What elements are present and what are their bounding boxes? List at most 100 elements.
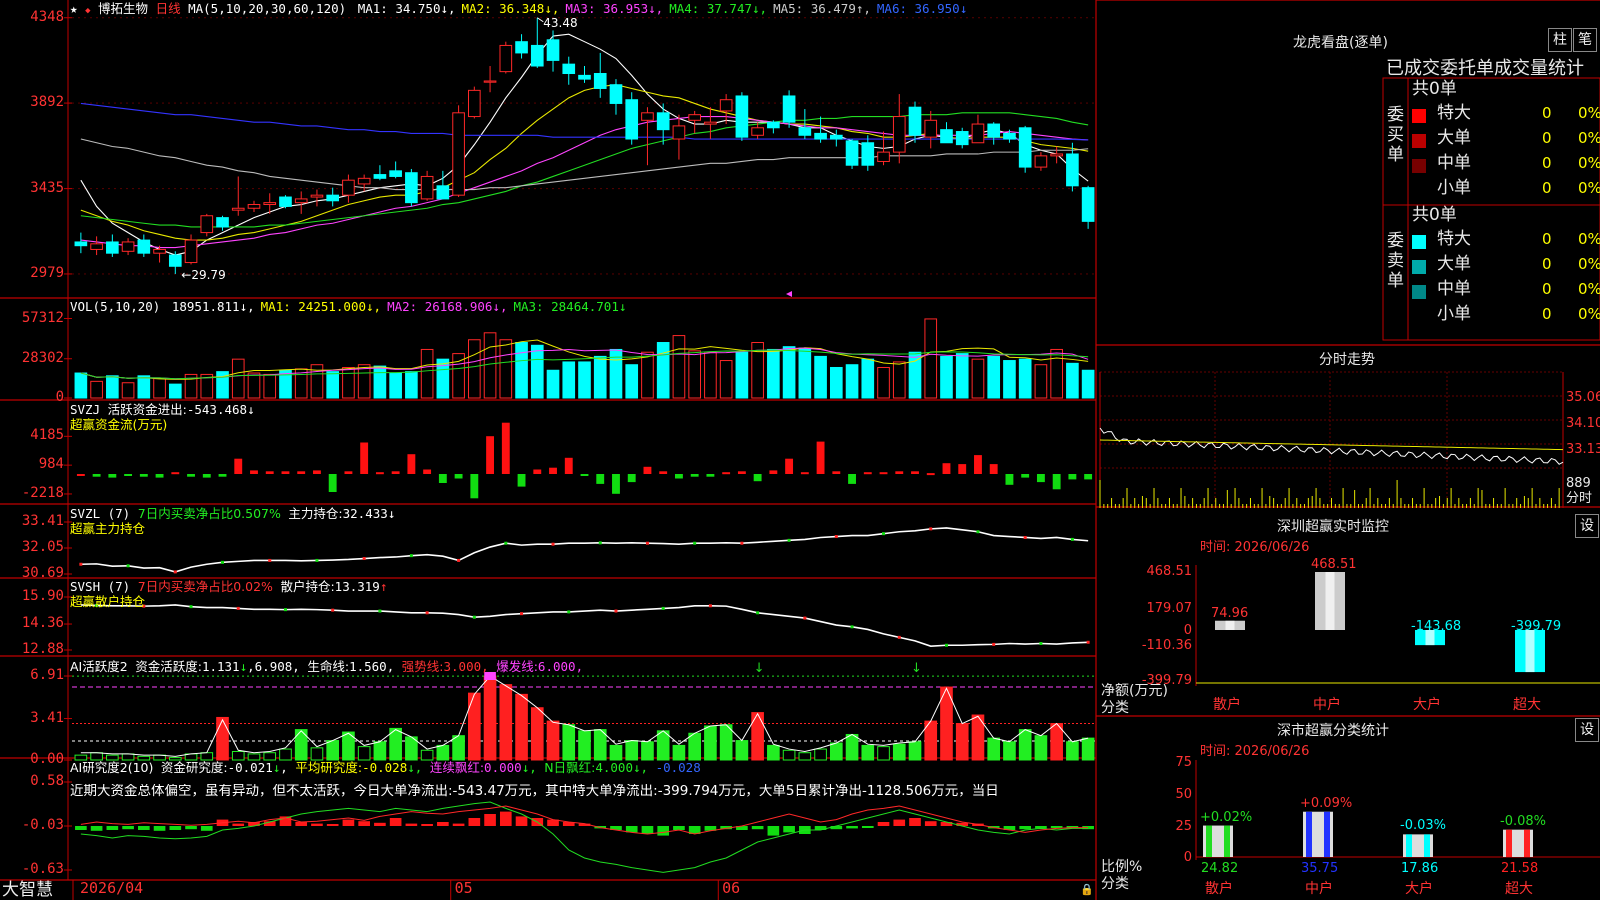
star-icon[interactable]: ★	[70, 1, 78, 16]
intraday-time-label: 分时	[1566, 491, 1593, 506]
classify-change: -0.08%	[1500, 813, 1546, 829]
classify-bar-stripe	[1524, 829, 1530, 857]
dragon-swatch	[1412, 235, 1426, 249]
vol-header: VOL(5,10,20) 18951.811↓, MA1: 24251.000↓,…	[70, 299, 626, 314]
y-axis-tick-label: 33.41	[21, 513, 64, 529]
dragon-row-label: 中单	[1437, 279, 1471, 299]
classify-bar-stripe	[1224, 825, 1230, 857]
svzl-title: SVZL (7)	[70, 506, 131, 521]
classify-bar-stripe	[1306, 811, 1312, 857]
dragon-swatch	[1412, 260, 1426, 274]
low-price-label: ←29.79	[181, 267, 226, 282]
svzl-header: SVZL (7) 7日内买卖净占比0.507% 主力持仓:32.433↓	[70, 506, 395, 521]
indicator-value: MA6: 36.950↓	[876, 1, 968, 16]
ma-header: MA(5,10,20,30,60,120)	[188, 1, 347, 16]
intraday-vol-label: 889	[1566, 476, 1591, 491]
sz-classify-settings-button[interactable]: 设	[1575, 718, 1599, 742]
ai-active-title: AI活跃度2	[70, 659, 128, 674]
svsh-subtitle: 超赢散户持仓	[70, 594, 146, 609]
dragon-swatch	[1412, 134, 1426, 148]
brand-label: 大智慧	[2, 880, 53, 900]
high-price-label: 43.48	[543, 15, 578, 30]
classify-y-label: 0	[1183, 850, 1192, 865]
ai-research-title: AI研究度2(10)	[70, 760, 154, 775]
sz-monitor-time: 时间: 2026/06/26	[1200, 540, 1310, 555]
dragon-side-label: 单	[1387, 145, 1404, 165]
svzl-dir: ↓	[387, 506, 396, 521]
y-axis-tick-label: 4185	[30, 427, 64, 444]
period-label[interactable]: 日线	[156, 1, 181, 16]
indicator-value: MA5: 36.479↑,	[773, 1, 871, 16]
monitor-bar-value: 468.51	[1311, 557, 1357, 572]
dragon-row-label: 特大	[1437, 229, 1471, 249]
y-axis-tick-label: 3435	[30, 179, 64, 196]
lock-icon[interactable]: 🔒	[1080, 882, 1094, 897]
avg-label: 平均研究度:	[295, 760, 363, 775]
classify-category: 大户	[1405, 881, 1433, 897]
sz-classify-time: 时间: 2026/06/26	[1200, 744, 1310, 759]
tab-bar-button[interactable]: 柱	[1548, 28, 1572, 52]
n-value: 4.000	[595, 760, 633, 775]
dragon-total: 共0单	[1412, 79, 1457, 99]
diamond-icon: ◆	[85, 6, 91, 16]
y-axis-tick-label: 4348	[30, 8, 64, 25]
dragon-row-label: 大单	[1437, 254, 1471, 274]
dragon-row-count: 0	[1542, 280, 1552, 298]
tab-pen-button[interactable]: 笔	[1573, 28, 1597, 52]
indicator-value: MA4: 37.747↓,	[669, 1, 768, 16]
life-label: 生命线:	[307, 659, 350, 674]
svzj-value: -543.468	[186, 402, 248, 417]
vol-values: 18951.811↓, MA1: 24251.000↓, MA2: 26168.90…	[168, 299, 627, 314]
classify-y-label: 25	[1175, 819, 1192, 834]
dragon-row-pct: 0%	[1578, 305, 1600, 323]
classify-bar-stripe	[1324, 811, 1330, 857]
monitor-category: 散户	[1213, 697, 1241, 713]
avg-value: -0.028	[362, 760, 408, 775]
svzl-ratio: 7日内买卖净占比0.507%	[137, 506, 281, 521]
indicator-value: 18951.811↓,	[171, 299, 255, 314]
y-axis-tick-label: 15.90	[21, 588, 64, 604]
y-axis-tick-label: 3892	[30, 94, 64, 111]
monitor-category: 大户	[1413, 697, 1441, 713]
classify-bar-stripe	[1506, 829, 1512, 857]
classify-change: -0.03%	[1400, 818, 1446, 834]
burst-value: 6.000	[537, 659, 576, 674]
y-axis-tick-label: 0	[55, 389, 64, 405]
dragon-side-label: 买	[1387, 125, 1404, 145]
vol-title: VOL(5,10,20)	[70, 299, 161, 314]
y-axis-tick-label: 32.05	[21, 539, 64, 555]
dragon-row-pct: 0%	[1578, 179, 1600, 197]
strong-label: 强势线:	[401, 659, 444, 674]
dragon-swatch	[1412, 159, 1426, 173]
classify-bar-stripe	[1406, 834, 1412, 857]
monitor-bar-value: -143.68	[1411, 619, 1462, 634]
dragon-row-count: 0	[1542, 154, 1552, 172]
dragon-total: 共0单	[1412, 205, 1457, 225]
burst-label: 爆发线:	[496, 659, 538, 674]
extra-value: -0.028	[655, 760, 701, 775]
sz-monitor-settings-button[interactable]: 设	[1575, 514, 1599, 538]
y-axis-tick-label: 30.69	[21, 565, 64, 581]
dragon-row-pct: 0%	[1578, 230, 1600, 248]
y-axis-tick-label: 2979	[30, 264, 64, 281]
x-axis-label: 05	[454, 879, 473, 897]
stock-chart-window: ↓ ↓ ★ ◆ 博拓生物 日线 MA(5,10,20,30,60,120) MA1…	[0, 0, 1600, 900]
dragon-side-label: 委	[1387, 105, 1404, 125]
dragon-row-label: 大单	[1437, 128, 1471, 148]
y-axis-tick-label: 0.58	[30, 773, 64, 789]
intraday-y-label: 33.13	[1566, 442, 1600, 457]
classify-change: +0.02%	[1200, 809, 1253, 825]
dragon-row-count: 0	[1542, 305, 1552, 323]
price-header: ★ ◆ 博拓生物 日线 MA(5,10,20,30,60,120) MA1: 3…	[70, 1, 967, 19]
intraday-price-line	[1099, 427, 1564, 465]
svzl-value: 32.433	[342, 506, 388, 521]
monitor-y-label: 0	[1183, 623, 1192, 638]
dragon-row-count: 0	[1542, 179, 1552, 197]
dragon-side-label: 单	[1387, 271, 1404, 291]
y-axis-tick-label: -2218	[21, 484, 64, 501]
sz-classify-x-title: 分类	[1101, 876, 1129, 892]
dragon-section-title: 已成交委托单成交量统计	[1386, 58, 1584, 79]
indicator-value: MA2: 36.348↓,	[461, 1, 560, 16]
dragon-side-label: 卖	[1387, 251, 1404, 271]
svsh-ratio: 7日内买卖净占比0.02%	[137, 579, 273, 594]
